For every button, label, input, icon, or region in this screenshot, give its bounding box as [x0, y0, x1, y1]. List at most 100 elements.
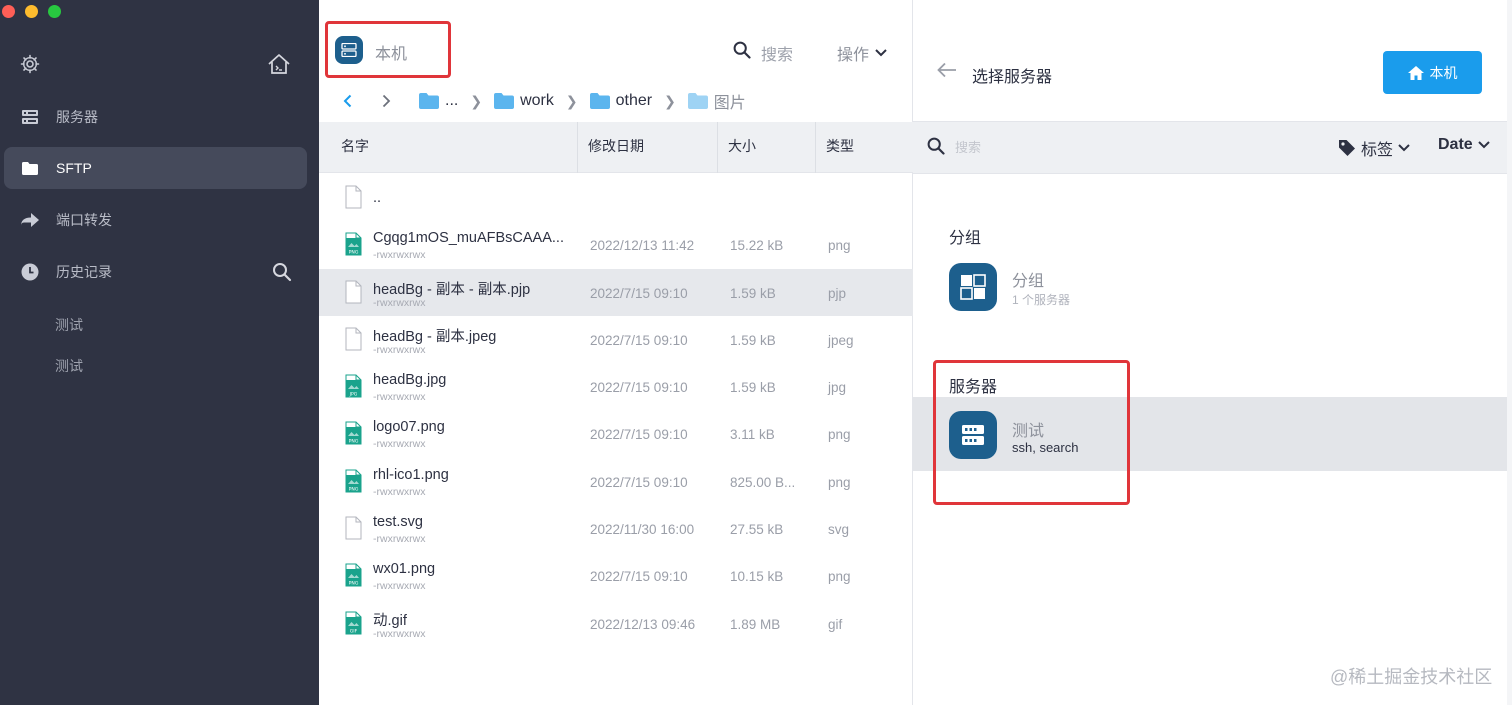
breadcrumb-item[interactable]: 图片 — [687, 89, 746, 113]
sidebar-item-history[interactable]: 历史记录 — [4, 251, 307, 293]
file-type: pjp — [828, 285, 847, 301]
file-size: 1.59 kB — [730, 380, 776, 396]
back-arrow-icon[interactable] — [937, 62, 957, 78]
file-date: 2022/7/15 09:10 — [590, 569, 688, 585]
forward-arrow-icon — [20, 210, 40, 230]
chevron-down-icon — [875, 49, 887, 57]
chevron-down-icon — [1477, 141, 1490, 149]
file-date: 2022/7/15 09:10 — [590, 474, 688, 490]
close-window-button[interactable] — [2, 5, 15, 18]
file-date: 2022/12/13 11:42 — [590, 238, 695, 254]
file-icon — [345, 327, 362, 351]
table-row[interactable]: headBg - 副本 - 副本.pjp -rwxrwxrwx 2022/7/15 … — [319, 268, 913, 316]
group-icon — [949, 263, 997, 311]
file-date: 2022/7/15 09:10 — [590, 285, 688, 301]
file-size: 1.89 MB — [730, 616, 781, 632]
breadcrumb-item[interactable]: ... — [419, 92, 458, 110]
svg-text:PNG: PNG — [349, 250, 359, 256]
folder-icon — [687, 93, 708, 109]
file-icon — [345, 516, 362, 540]
file-permissions: -rwxrwxrwx — [373, 485, 426, 498]
search-icon — [927, 137, 945, 155]
svg-text:PNG: PNG — [349, 486, 359, 492]
file-size: 1.59 kB — [730, 332, 776, 348]
folder-icon — [589, 93, 610, 109]
column-header-date[interactable]: 修改日期 — [578, 122, 718, 173]
highlight-box — [933, 360, 1130, 505]
file-name: headBg - 副本.jpeg — [373, 328, 497, 345]
location-title[interactable]: 本机 — [375, 40, 407, 64]
column-header-size[interactable]: 大小 — [718, 122, 816, 173]
file-permissions: -rwxrwxrwx — [373, 438, 426, 451]
server-search-input[interactable] — [955, 136, 1255, 158]
breadcrumb-separator: ❯ — [565, 92, 578, 109]
actions-label: 操作 — [837, 47, 870, 64]
svg-text:PNG: PNG — [349, 439, 359, 445]
sidebar-item-label: SFTP — [56, 160, 92, 176]
table-row[interactable]: PNG Cgqg1mOS_muAFBsCAAA... -rwxrwxrwx 2022/… — [319, 221, 913, 268]
history-entry[interactable]: 测试 — [55, 315, 83, 335]
terminal-home-icon[interactable] — [267, 53, 291, 75]
sidebar-item-label: 服务器 — [56, 109, 98, 125]
file-size: 15.22 kB — [730, 238, 784, 254]
file-permissions: -rwxrwxrwx — [373, 627, 426, 640]
jpg-file-icon: JPG — [345, 374, 362, 398]
table-row[interactable]: PNG wx01.png -rwxrwxrwx 2022/7/15 09:10 10.1… — [319, 552, 913, 599]
search-icon[interactable] — [733, 41, 751, 59]
png-file-icon: PNG — [345, 421, 362, 445]
table-row[interactable]: PNG logo07.png -rwxrwxrwx 2022/7/15 09:10 3.… — [319, 410, 913, 457]
file-permissions: -rwxrwxrwx — [373, 296, 426, 309]
file-name: headBg - 副本 - 副本.pjp — [373, 281, 531, 298]
svg-text:JPG: JPG — [349, 392, 358, 398]
zoom-window-button[interactable] — [48, 5, 61, 18]
file-icon — [345, 280, 362, 304]
png-file-icon: PNG — [345, 469, 362, 493]
date-sort-dropdown[interactable]: Date — [1438, 136, 1490, 154]
chevron-down-icon — [1398, 144, 1410, 152]
window-controls — [0, 5, 61, 18]
file-date: 2022/12/13 09:46 — [590, 616, 696, 632]
sidebar-item-port-forwarding[interactable]: 端口转发 — [4, 199, 307, 241]
gear-icon[interactable] — [20, 54, 40, 74]
history-entry[interactable]: 测试 — [55, 356, 83, 376]
file-type: png — [828, 569, 851, 585]
search-icon[interactable] — [272, 262, 292, 282]
file-type: gif — [828, 616, 843, 632]
forward-chevron-icon[interactable] — [379, 94, 393, 108]
gif-file-icon: GIF — [345, 611, 362, 635]
group-name: 分组 — [1012, 273, 1045, 290]
back-chevron-icon[interactable] — [341, 94, 355, 108]
column-header-type[interactable]: 类型 — [816, 122, 913, 173]
server-icon[interactable] — [335, 36, 363, 64]
sidebar-item-servers[interactable]: 服务器 — [4, 96, 307, 138]
file-date: 2022/7/15 09:10 — [590, 332, 688, 348]
png-file-icon: PNG — [345, 232, 362, 256]
actions-dropdown[interactable]: 操作 — [837, 41, 887, 65]
file-name: 动.gif — [373, 612, 407, 629]
table-row[interactable]: .. — [319, 174, 913, 221]
file-type: jpg — [828, 380, 847, 396]
sidebar-item-sftp[interactable]: SFTP — [4, 147, 307, 189]
table-row[interactable]: test.svg -rwxrwxrwx 2022/11/30 16:00 27.55 … — [319, 505, 913, 552]
home-icon — [1407, 65, 1424, 80]
search-label[interactable]: 搜索 — [761, 41, 793, 65]
sidebar-item-label: 端口转发 — [56, 212, 112, 228]
file-permissions: -rwxrwxrwx — [373, 391, 426, 404]
file-type: svg — [828, 522, 850, 538]
breadcrumb-item[interactable]: other — [589, 92, 652, 110]
table-row[interactable]: GIF 动.gif -rwxrwxrwx 2022/12/13 09:46 1.89 M… — [319, 600, 913, 647]
table-row[interactable]: PNG rhl-ico1.png -rwxrwxrwx 2022/7/15 09:10… — [319, 458, 913, 505]
breadcrumb-item[interactable]: work — [494, 92, 554, 110]
file-size: 1.59 kB — [730, 285, 776, 301]
file-table-header: 名字 修改日期 大小 类型 — [319, 122, 913, 173]
file-type: png — [828, 427, 851, 443]
column-header-name[interactable]: 名字 — [331, 122, 578, 173]
table-row[interactable]: headBg - 副本.jpeg -rwxrwxrwx 2022/7/15 09:1… — [319, 316, 913, 363]
table-row[interactable]: JPG headBg.jpg -rwxrwxrwx 2022/7/15 09:10 1.… — [319, 363, 913, 410]
local-machine-button[interactable]: 本机 — [1383, 51, 1482, 94]
group-card[interactable]: 分组 1 个服务器 — [913, 258, 1512, 318]
folder-icon — [494, 93, 515, 109]
tag-filter-dropdown[interactable]: 标签 — [1338, 136, 1410, 160]
scrollbar[interactable] — [1507, 0, 1512, 705]
minimize-window-button[interactable] — [25, 5, 38, 18]
